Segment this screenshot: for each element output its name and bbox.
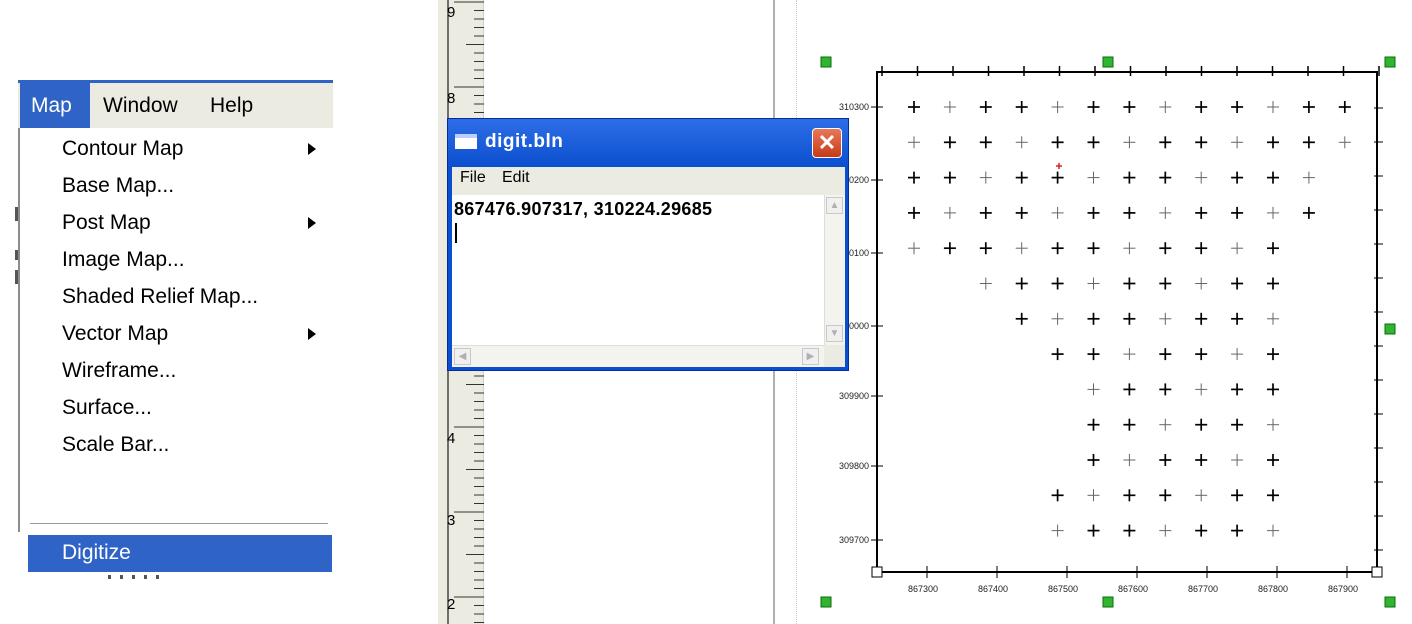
selection-handle[interactable] <box>1102 596 1114 608</box>
text-caret <box>455 223 457 243</box>
vertical-scrollbar[interactable]: ▲ ▼ <box>824 195 845 345</box>
dialog-menu-bar: File Edit <box>452 167 845 195</box>
menu-item-scale-bar[interactable]: Scale Bar... <box>62 427 169 463</box>
ruler-label: 9 <box>447 4 456 21</box>
digitized-coordinates: 867476.907317, 310224.29685 <box>454 199 713 219</box>
ruler-label: 3 <box>447 512 456 529</box>
map-dropdown: Contour Map Base Map... Post Map Image M… <box>20 128 333 579</box>
x-tick-label: 867400 <box>978 584 1008 594</box>
frame-corner-handle[interactable] <box>1371 566 1383 578</box>
scroll-right-icon[interactable]: ▶ <box>802 348 819 365</box>
x-tick-label: 867500 <box>1048 584 1078 594</box>
menu-item-digitize[interactable]: Digitize <box>28 535 332 572</box>
menu-item-shaded-relief-map[interactable]: Shaded Relief Map... <box>62 279 258 315</box>
selection-handle[interactable] <box>820 596 832 608</box>
menu-item-cutoff <box>108 575 168 579</box>
submenu-arrow-icon <box>308 328 316 340</box>
menu-item-contour-map[interactable]: Contour Map <box>62 131 183 167</box>
menu-help[interactable]: Help <box>199 83 264 128</box>
selection-handle[interactable] <box>1384 56 1396 68</box>
menu-item-wireframe[interactable]: Wireframe... <box>62 353 176 389</box>
scroll-up-icon[interactable]: ▲ <box>826 197 843 214</box>
selection-handle[interactable] <box>1384 596 1396 608</box>
x-tick-label: 867700 <box>1188 584 1218 594</box>
plot-canvas[interactable]: 867300 867400 867500 867600 867700 867800 8679… <box>810 50 1412 624</box>
ruler-label: 2 <box>447 596 456 613</box>
menu-map[interactable]: Map <box>20 83 90 128</box>
horizontal-scrollbar[interactable]: ◀ ▶ <box>452 345 824 367</box>
map-frame <box>876 71 1378 573</box>
x-tick-label: 867300 <box>908 584 938 594</box>
title-bar[interactable]: digit.bln ✕ <box>448 119 848 167</box>
y-tick-label: 310300 <box>839 102 869 112</box>
close-button[interactable]: ✕ <box>812 128 842 158</box>
y-tick-label: 309900 <box>839 391 869 401</box>
size-grip-icon[interactable] <box>824 345 845 367</box>
x-tick-label: 867800 <box>1258 584 1288 594</box>
menu-file[interactable]: File <box>460 169 486 187</box>
notepad-icon <box>455 134 477 149</box>
menu-item-post-map[interactable]: Post Map <box>62 205 151 241</box>
menu-item-image-map[interactable]: Image Map... <box>62 242 185 278</box>
selection-handle[interactable] <box>1102 56 1114 68</box>
map-menu-window: Map Window Help Contour Map Base Map... … <box>18 80 333 579</box>
y-tick-label: 309800 <box>839 461 869 471</box>
frame-corner-handle[interactable] <box>871 566 883 578</box>
menu-bar: Map Window Help <box>18 80 333 128</box>
x-tick-label: 867600 <box>1118 584 1148 594</box>
selection-handle[interactable] <box>1384 323 1396 335</box>
menu-item-surface[interactable]: Surface... <box>62 390 152 426</box>
window-title: digit.bln <box>485 131 564 152</box>
selection-handle[interactable] <box>820 56 832 68</box>
digit-bln-window[interactable]: digit.bln ✕ File Edit 867476.907317, 310… <box>447 118 849 371</box>
ruler-label: 8 <box>447 90 456 107</box>
menu-item-digitize-label: Digitize <box>62 541 131 564</box>
y-tick-label: 309700 <box>839 535 869 545</box>
x-tick-label: 867900 <box>1328 584 1358 594</box>
scroll-left-icon[interactable]: ◀ <box>454 348 471 365</box>
digitize-plot[interactable]: 867300 867400 867500 867600 867700 867800 8679… <box>810 50 1412 624</box>
menu-window[interactable]: Window <box>92 83 189 128</box>
text-area[interactable]: 867476.907317, 310224.29685 <box>452 195 824 345</box>
ruler-label: 4 <box>447 430 456 447</box>
menu-item-base-map[interactable]: Base Map... <box>62 168 174 204</box>
scroll-down-icon[interactable]: ▼ <box>826 325 843 342</box>
submenu-arrow-icon <box>308 217 316 229</box>
submenu-arrow-icon <box>308 143 316 155</box>
menu-edit[interactable]: Edit <box>502 169 530 187</box>
menu-item-vector-map[interactable]: Vector Map <box>62 316 168 352</box>
menu-separator <box>30 523 328 524</box>
